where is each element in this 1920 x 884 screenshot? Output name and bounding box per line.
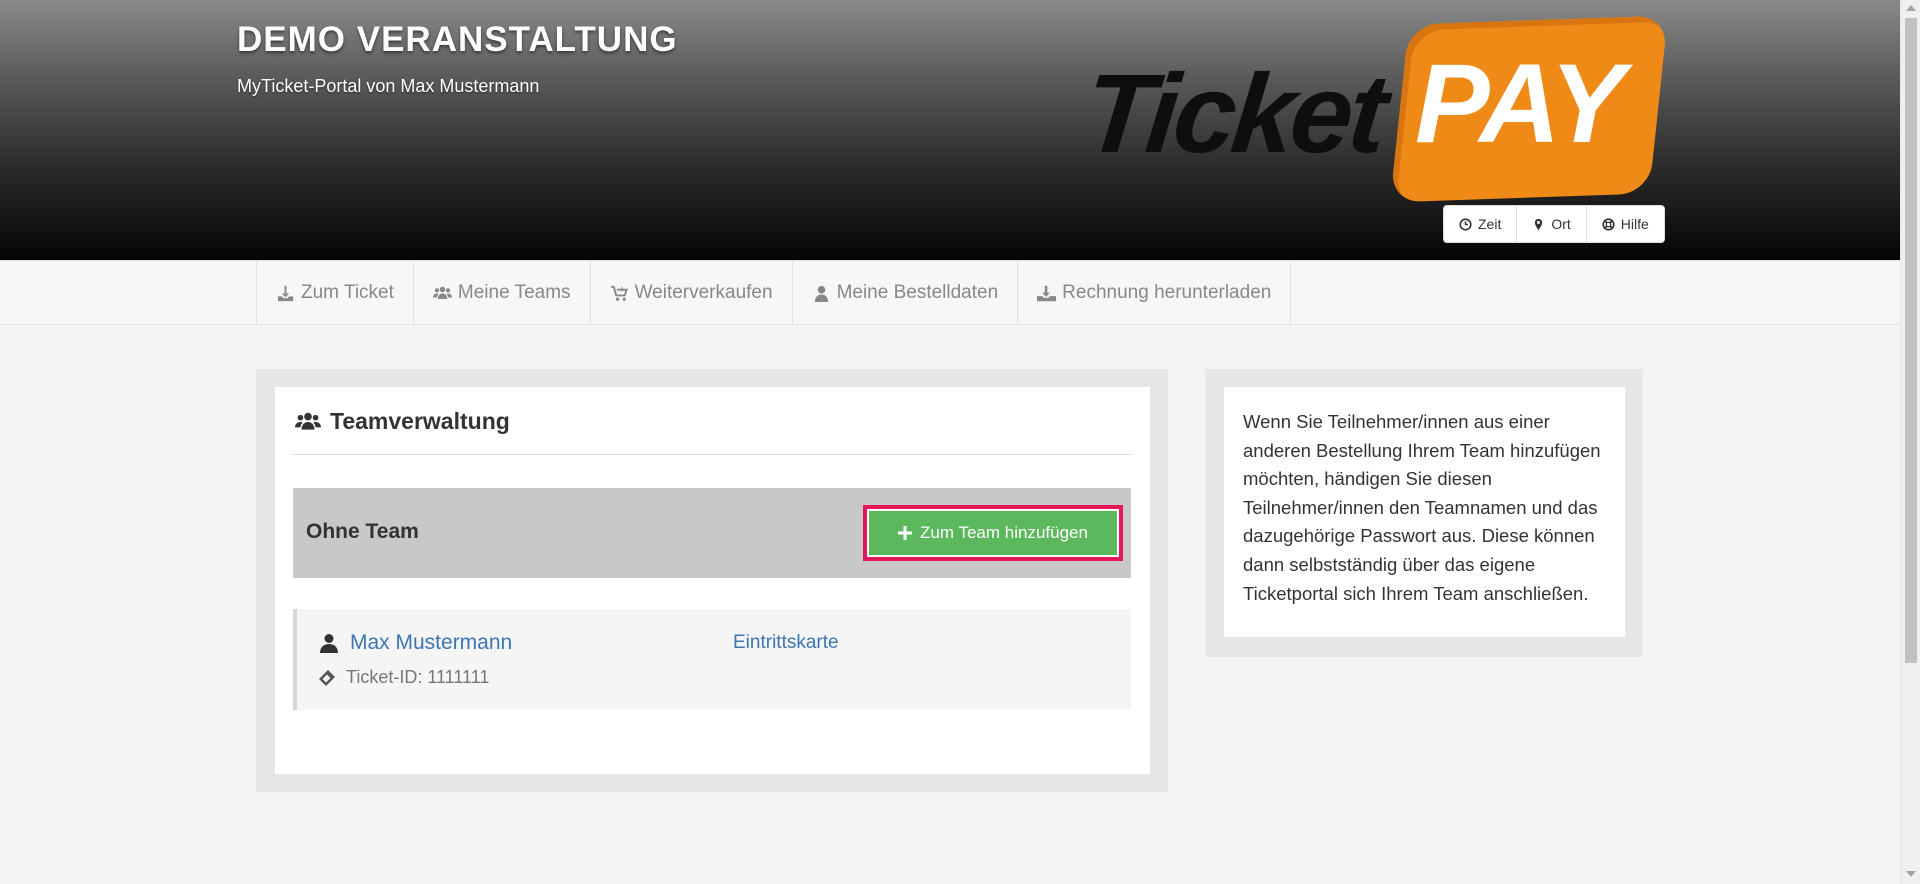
users-icon <box>432 286 452 299</box>
nav-item-label: Meine Teams <box>457 282 571 303</box>
panel-heading: Teamverwaltung <box>295 408 510 435</box>
add-to-team-button[interactable]: Zum Team hinzufügen <box>869 511 1117 555</box>
ticket-id-text: Ticket-ID: 1111111 <box>346 667 490 687</box>
header-banner: DEMO VERANSTALTUNG MyTicket-Portal von M… <box>0 0 1900 260</box>
scroll-down-arrow-icon[interactable] <box>1906 871 1916 877</box>
location-button[interactable]: Ort <box>1517 206 1587 242</box>
event-subtitle: MyTicket-Portal von Max Mustermann <box>237 76 540 96</box>
nav-item-meine-bestelldaten[interactable]: Meine Bestelldaten <box>793 261 1019 325</box>
logo-text-ticket: Ticket <box>1078 51 1390 176</box>
nav-item-meine-teams[interactable]: Meine Teams <box>414 261 591 325</box>
user-icon <box>320 634 338 653</box>
download-tray-icon <box>1037 285 1057 301</box>
add-to-team-highlight: Zum Team hinzufügen <box>863 505 1123 561</box>
location-button-label: Ort <box>1551 216 1571 232</box>
map-marker-icon <box>1535 218 1543 230</box>
team-group-label: Ohne Team <box>306 520 419 543</box>
member-name: Max Mustermann <box>350 631 513 654</box>
divider <box>293 454 1131 455</box>
nav-item-weiterverkaufen[interactable]: Weiterverkaufen <box>591 261 793 325</box>
nav-items: Zum Ticket Meine Teams Weiterverkaufen M… <box>256 261 1292 325</box>
cart-icon <box>610 285 628 301</box>
utility-button-group: Zeit Ort Hilfe <box>1443 205 1665 243</box>
event-title: DEMO VERANSTALTUNG <box>237 20 678 59</box>
page-title: Teamverwaltung <box>330 408 510 434</box>
member-ticket-id: Ticket-ID: 1111111 <box>318 667 489 688</box>
time-button-label: Zeit <box>1478 216 1502 232</box>
help-button[interactable]: Hilfe <box>1587 206 1664 242</box>
users-icon <box>295 412 321 430</box>
main-navigation: Zum Ticket Meine Teams Weiterverkaufen M… <box>0 260 1900 325</box>
list-item <box>293 609 1131 710</box>
nav-item-zum-ticket[interactable]: Zum Ticket <box>257 261 414 325</box>
nav-item-label: Meine Bestelldaten <box>836 282 999 303</box>
nav-item-label: Rechnung herunterladen <box>1062 282 1272 303</box>
user-icon <box>814 285 828 302</box>
scrollbar-thumb[interactable] <box>1905 18 1917 663</box>
ticket-link[interactable]: Eintrittskarte <box>733 632 839 654</box>
ticket-icon <box>319 669 335 686</box>
info-text: Wenn Sie Teilnehmer/innen aus einer ande… <box>1224 387 1625 637</box>
plus-icon <box>898 526 913 540</box>
logo-text-pay: PAY <box>1415 41 1625 166</box>
download-icon <box>277 285 294 301</box>
ticketpay-logo: Ticket PAY <box>1078 15 1668 203</box>
help-button-label: Hilfe <box>1620 216 1649 232</box>
team-management-card <box>275 387 1150 774</box>
clock-icon <box>1459 217 1472 231</box>
nav-item-rechnung-herunterladen[interactable]: Rechnung herunterladen <box>1018 261 1292 325</box>
nav-item-label: Weiterverkaufen <box>634 282 773 303</box>
life-ring-icon <box>1602 217 1615 231</box>
scroll-up-arrow-icon[interactable] <box>1906 5 1916 11</box>
time-button[interactable]: Zeit <box>1444 206 1518 242</box>
scrollbar[interactable] <box>1900 0 1920 884</box>
nav-item-label: Zum Ticket <box>301 282 394 303</box>
add-to-team-button-label: Zum Team hinzufügen <box>920 523 1088 542</box>
member-name-link[interactable]: Max Mustermann <box>320 631 512 655</box>
